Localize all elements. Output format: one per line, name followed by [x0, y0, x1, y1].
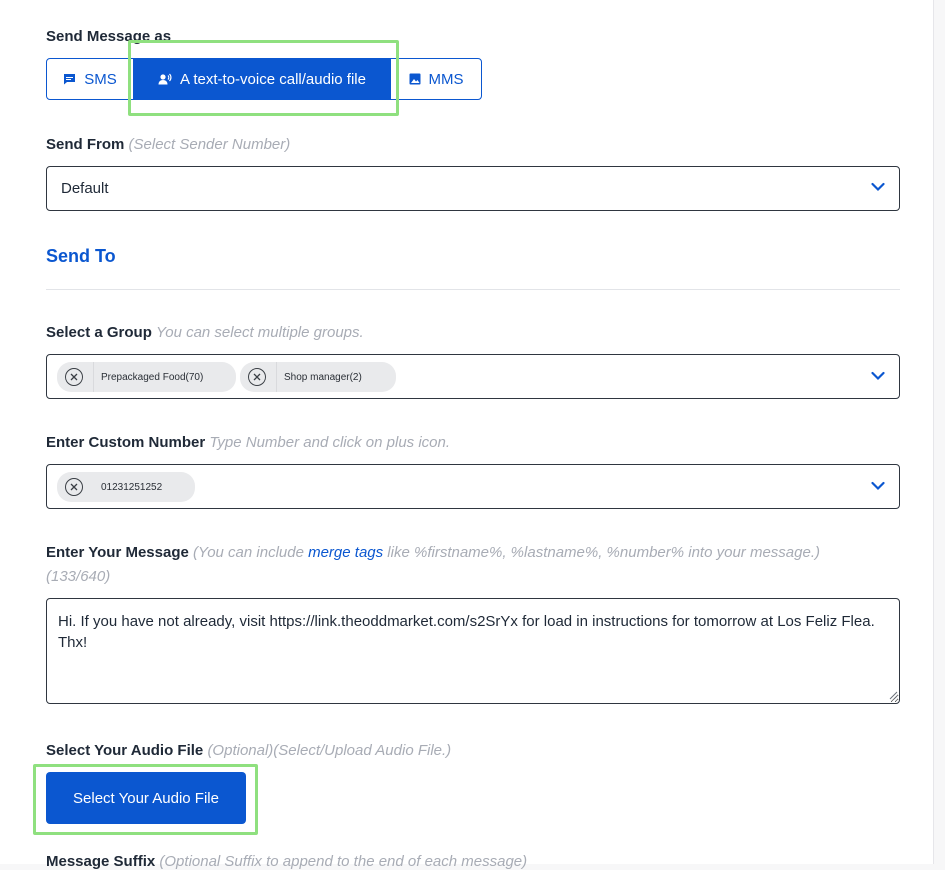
- audio-label: Select Your Audio File (Optional)(Select…: [46, 742, 452, 759]
- group-hint: You can select multiple groups.: [156, 324, 364, 341]
- section-divider: [46, 289, 900, 290]
- number-chip: 01231251252: [57, 472, 195, 502]
- voice-call-label: A text-to-voice call/audio file: [180, 70, 366, 88]
- send-from-label: Send From (Select Sender Number): [46, 136, 291, 153]
- group-chip-label: Shop manager(2): [284, 371, 362, 383]
- send-to-title: Send To: [46, 246, 116, 266]
- number-chip-label: 01231251252: [101, 481, 163, 493]
- message-textarea[interactable]: Hi. If you have not already, visit https…: [46, 598, 900, 704]
- mms-label: MMS: [428, 70, 464, 88]
- chip-divider: [276, 362, 277, 392]
- custom-number-hint: Type Number and click on plus icon.: [209, 434, 451, 451]
- group-select[interactable]: Prepackaged Food(70) Shop manager(2): [46, 354, 900, 399]
- send-as-selector: SMS A text-to-voice call/audio file MMS: [46, 58, 482, 100]
- image-icon: [409, 73, 420, 85]
- merge-tags-link[interactable]: merge tags: [308, 544, 383, 561]
- chevron-down-icon: [871, 182, 885, 192]
- group-chip: Prepackaged Food(70): [57, 362, 236, 392]
- audio-hint: (Optional)(Select/Upload Audio File.): [207, 742, 452, 759]
- remove-chip-icon[interactable]: [65, 478, 83, 496]
- send-as-sms-button[interactable]: SMS: [47, 59, 133, 99]
- form-panel: Send Message as SMS A text-to-voice call…: [0, 0, 934, 870]
- select-audio-file-button[interactable]: Select Your Audio File: [46, 772, 246, 824]
- send-from-select[interactable]: Default: [46, 166, 900, 211]
- send-as-voice-call-button[interactable]: A text-to-voice call/audio file: [133, 59, 391, 99]
- sms-label: SMS: [84, 70, 117, 88]
- group-chip: Shop manager(2): [240, 362, 396, 392]
- voice-person-icon: [158, 73, 172, 85]
- send-from-hint: (Select Sender Number): [128, 136, 291, 153]
- send-from-value: Default: [61, 180, 109, 197]
- remove-chip-icon[interactable]: [65, 368, 83, 386]
- resize-grip-icon[interactable]: [888, 690, 898, 700]
- group-label: Select a Group You can select multiple g…: [46, 324, 364, 341]
- custom-number-select[interactable]: 01231251252: [46, 464, 900, 509]
- chevron-down-icon: [871, 371, 885, 381]
- send-as-label: Send Message as: [46, 28, 172, 45]
- message-hint: (You can include merge tags like %firstn…: [193, 544, 820, 561]
- group-chip-label: Prepackaged Food(70): [101, 371, 204, 383]
- chat-bubble-icon: [64, 74, 76, 85]
- chip-divider: [93, 362, 94, 392]
- message-suffix-hint: (Optional Suffix to append to the end of…: [159, 853, 528, 870]
- message-counter: (133/640): [46, 568, 111, 585]
- remove-chip-icon[interactable]: [248, 368, 266, 386]
- send-as-mms-button[interactable]: MMS: [391, 59, 481, 99]
- message-label: Enter Your Message (You can include merg…: [46, 544, 820, 561]
- message-suffix-label: Message Suffix (Optional Suffix to appen…: [46, 853, 528, 870]
- custom-number-label: Enter Custom Number Type Number and clic…: [46, 434, 451, 451]
- chevron-down-icon: [871, 481, 885, 491]
